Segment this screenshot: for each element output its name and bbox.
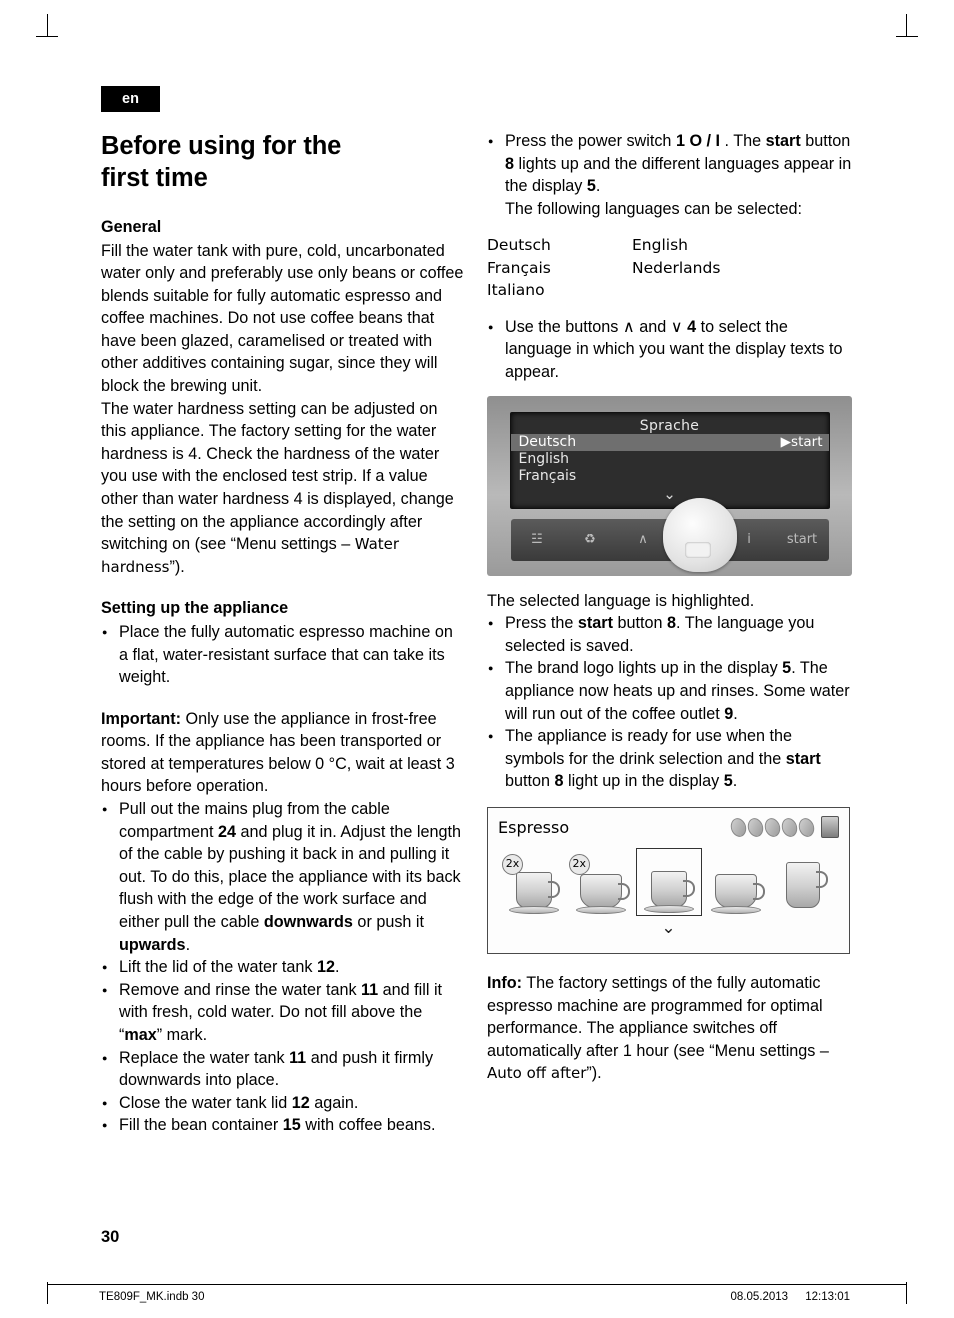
list-item: Close the water tank lid 12 again. xyxy=(101,1091,465,1115)
list-item: Replace the water tank 11 and push it fi… xyxy=(101,1046,465,1092)
list-item: Use the buttons ∧ and ∨ 4 to select the … xyxy=(487,315,853,384)
lcd-row: English xyxy=(518,450,570,467)
language-list: Deutsch English Français Nederlands Ital… xyxy=(487,234,853,302)
saucer-icon xyxy=(711,906,762,914)
language-row: Italiano xyxy=(487,279,853,302)
right-column: Press the power switch 1 O / I . The sta… xyxy=(487,129,853,1085)
footer-timestamp: 08.05.2013 12:13:01 xyxy=(716,1291,850,1303)
chevron-down-icon: ⌄ xyxy=(663,484,676,503)
menu-ref-auto-off: Auto off after xyxy=(487,1064,587,1083)
strength-beans xyxy=(728,815,839,839)
figure-drink-selection: Espresso 2x 2x ⌄ xyxy=(487,807,850,954)
start-arrow-icon: ▶ xyxy=(780,433,792,450)
lcd-screen: Sprache Deutsch ▶start English Français … xyxy=(509,411,830,509)
setting-up-heading: Setting up the appliance xyxy=(101,599,289,618)
cup-icon xyxy=(516,872,560,908)
language-row: Deutsch English xyxy=(487,234,853,257)
language-option: Deutsch xyxy=(487,236,551,255)
cup-icon xyxy=(579,874,630,908)
cup-option-large-mug[interactable] xyxy=(771,850,835,916)
general-text: Fill the water tank with pure, cold, unc… xyxy=(101,241,464,576)
cup-option-espresso-double[interactable]: 2x xyxy=(502,850,566,916)
setting-up-bullets: Place the fully automatic espresso machi… xyxy=(101,620,465,689)
crop-mark-top-left-v xyxy=(47,14,48,36)
language-option: Italiano xyxy=(487,281,545,300)
cup-option-coffee-double[interactable]: 2x xyxy=(568,850,633,916)
crop-mark-top-right-h xyxy=(896,36,918,37)
cup-option-coffee[interactable] xyxy=(704,850,768,916)
bean-icon xyxy=(745,815,766,839)
language-row: Français Nederlands xyxy=(487,257,853,280)
right-bullets-top: Press the power switch 1 O / I . The sta… xyxy=(487,129,853,220)
menu-ref-water-hardness: Water hardness xyxy=(101,535,400,576)
page-title-line1: Before using for the xyxy=(101,132,342,160)
footer-divider xyxy=(48,1284,906,1285)
list-item: Pull out the mains plug from the cable c… xyxy=(101,797,465,956)
cup-icon xyxy=(715,874,766,908)
crop-mark-bottom-right-v xyxy=(906,1282,907,1304)
right-bullets-select: Use the buttons ∧ and ∨ 4 to select the … xyxy=(487,315,853,384)
hand-pointer-illustration xyxy=(663,497,737,572)
list-item: Remove and rinse the water tank 11 and f… xyxy=(101,978,465,1047)
cup-option-espresso-selected[interactable] xyxy=(635,848,702,916)
language-tag: en xyxy=(101,86,160,112)
lcd-title: Sprache xyxy=(639,417,700,434)
drink-name: Espresso xyxy=(498,817,570,837)
list-item: The appliance is ready for use when the … xyxy=(487,724,853,793)
menu-icon[interactable]: ☳ xyxy=(514,532,560,547)
chevron-up-button[interactable]: ∧ xyxy=(620,532,666,547)
lcd-start-hint: ▶start xyxy=(781,434,823,451)
selected-language-note: The selected language is highlighted. xyxy=(487,591,755,610)
list-item: Lift the lid of the water tank 12. xyxy=(101,955,465,979)
footer-date: 08.05.2013 xyxy=(730,1291,789,1303)
lcd-start-label: start xyxy=(791,433,823,450)
language-option: English xyxy=(632,236,688,255)
crop-mark-bottom-left-v xyxy=(47,1282,48,1304)
list-item: Place the fully automatic espresso machi… xyxy=(101,620,465,689)
saucer-icon xyxy=(575,906,626,914)
page-number: 30 xyxy=(101,1228,120,1246)
cup-selection-row: 2x 2x xyxy=(498,848,839,916)
chevron-down-icon: ⌄ xyxy=(661,918,676,938)
saucer-icon xyxy=(643,905,694,913)
cup-icon xyxy=(650,871,695,907)
bean-icon xyxy=(762,815,783,839)
clean-icon[interactable]: ♻ xyxy=(567,532,613,547)
lcd-row-selected: Deutsch ▶start xyxy=(510,433,829,451)
crop-mark-top-left-h xyxy=(36,36,58,37)
left-bullets: Pull out the mains plug from the cable c… xyxy=(101,797,465,1137)
right-bullets-bottom: Press the start button 8. The language y… xyxy=(487,611,853,793)
info-paragraph: Info: The factory settings of the fully … xyxy=(487,974,829,1083)
list-item: Press the power switch 1 O / I . The sta… xyxy=(487,129,853,220)
lcd-row: Français xyxy=(518,467,577,484)
two-x-badge: 2x xyxy=(568,854,590,875)
info-label: Info: xyxy=(487,974,523,992)
saucer-icon xyxy=(509,906,559,914)
water-tank-icon xyxy=(821,816,839,838)
start-button[interactable]: start xyxy=(779,532,825,547)
language-option: Nederlands xyxy=(632,258,721,277)
document-page: en Before using for the first time Gener… xyxy=(0,0,954,1318)
important-paragraph: Important: Only use the appliance in fro… xyxy=(101,708,465,798)
list-item: Fill the bean container 15 with coffee b… xyxy=(101,1113,465,1137)
footer-time: 12:13:01 xyxy=(805,1291,850,1303)
page-title-line2: first time xyxy=(101,164,208,192)
list-item: Press the start button 8. The language y… xyxy=(487,611,853,657)
bean-icon xyxy=(779,815,800,839)
crop-mark-top-right-v xyxy=(906,14,907,36)
drink-display-header: Espresso xyxy=(498,815,839,839)
left-column: Before using for the first time General … xyxy=(101,130,465,1137)
figure-language-display: Sprache Deutsch ▶start English Français … xyxy=(487,395,852,576)
bean-icon xyxy=(728,815,749,839)
important-label: Important: xyxy=(101,709,182,728)
list-item: The brand logo lights up in the display … xyxy=(487,656,853,725)
cup-icon xyxy=(786,862,828,908)
language-option: Français xyxy=(487,258,551,277)
general-heading: General xyxy=(101,218,162,236)
bean-icon xyxy=(796,815,817,839)
lcd-row-label: Deutsch xyxy=(518,433,577,450)
page-title: Before using for the first time xyxy=(101,130,465,194)
footer-file-name: TE809F_MK.indb 30 xyxy=(99,1291,205,1303)
